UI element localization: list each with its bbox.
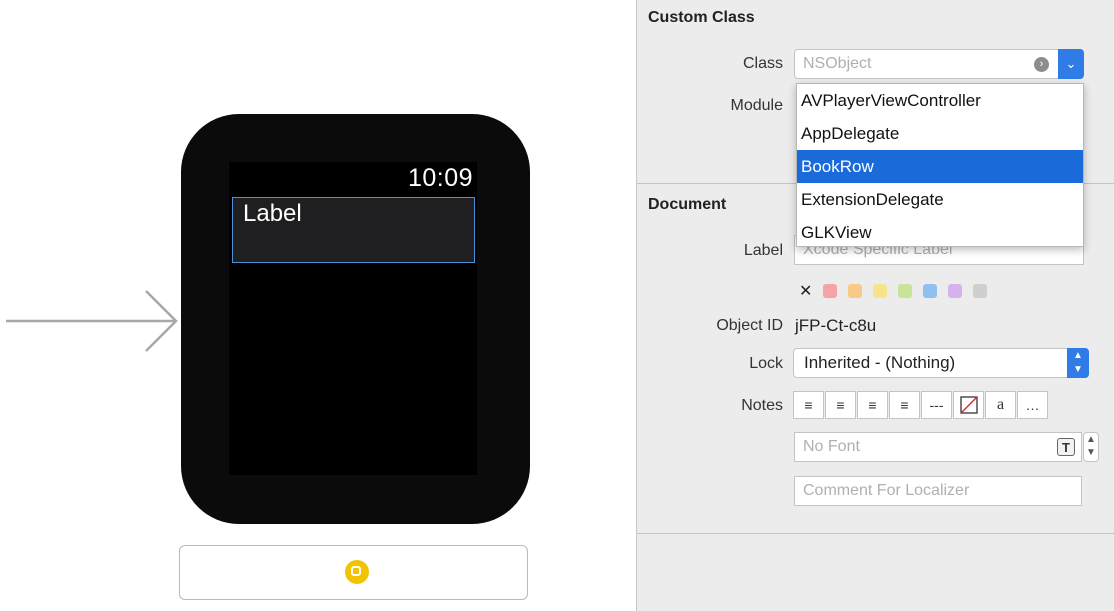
label-element[interactable]: Label: [243, 200, 302, 228]
align-right-icon[interactable]: ≡: [857, 391, 888, 419]
class-label: Class: [742, 55, 783, 72]
text-style-icon[interactable]: a: [985, 391, 1016, 419]
align-justify-icon[interactable]: ≡: [889, 391, 920, 419]
watch-interface-controller[interactable]: 10:09 Label: [181, 114, 530, 524]
swatch-blue[interactable]: [923, 284, 937, 298]
watch-screen: 10:09 Label: [229, 162, 477, 475]
font-placeholder: No Font: [803, 438, 860, 455]
align-center-icon[interactable]: ≡: [825, 391, 856, 419]
swatch-red[interactable]: [823, 284, 837, 298]
lock-label: Lock: [749, 355, 783, 372]
swatch-green[interactable]: [898, 284, 912, 298]
section-separator-bottom: [637, 533, 1114, 534]
comment-placeholder: Comment For Localizer: [803, 482, 970, 499]
class-dropdown-list: AVPlayerViewController AppDelegate BookR…: [796, 83, 1084, 247]
font-field[interactable]: No Font T: [794, 432, 1082, 462]
dropdown-item-glkview[interactable]: GLKView: [797, 216, 1083, 249]
dropdown-item-bookrow[interactable]: BookRow: [797, 150, 1083, 183]
interface-controller-icon[interactable]: [345, 560, 369, 584]
scene-dock: [179, 545, 528, 600]
chevron-down-icon[interactable]: ⌄: [1058, 49, 1084, 79]
swatch-purple[interactable]: [948, 284, 962, 298]
lock-popup[interactable]: Inherited - (Nothing) ▲ ▼: [793, 348, 1089, 378]
entry-point-arrow-icon: [6, 290, 178, 352]
separator-icon[interactable]: ---: [921, 391, 952, 419]
swatch-orange[interactable]: [848, 284, 862, 298]
class-combo-field[interactable]: NSObject › ⌄: [794, 49, 1084, 79]
document-title: Document: [648, 196, 727, 213]
object-id-value: jFP-Ct-c8u: [795, 316, 877, 335]
font-picker-icon[interactable]: T: [1057, 438, 1075, 456]
watch-clock: 10:09: [407, 164, 473, 192]
more-options-icon[interactable]: …: [1017, 391, 1048, 419]
no-border-icon[interactable]: [953, 391, 984, 419]
notes-toolbar: ≡ ≡ ≡ ≡ --- a …: [793, 391, 1049, 421]
font-size-stepper[interactable]: ▲ ▼: [1083, 432, 1099, 462]
class-field-text: NSObject: [803, 55, 872, 72]
comment-field[interactable]: Comment For Localizer: [794, 476, 1082, 506]
dropdown-item-extensiondelegate[interactable]: ExtensionDelegate: [797, 183, 1083, 216]
module-label: Module: [730, 97, 783, 114]
dropdown-item-appdelegate[interactable]: AppDelegate: [797, 117, 1083, 150]
row-group[interactable]: Label: [232, 197, 475, 263]
storyboard-canvas: 10:09 Label: [0, 0, 636, 611]
chevron-updown-icon: ▲ ▼: [1067, 348, 1089, 378]
custom-class-title: Custom Class: [648, 9, 755, 26]
swatch-gray[interactable]: [973, 284, 987, 298]
dropdown-item-avplayerviewcontroller[interactable]: AVPlayerViewController: [797, 84, 1083, 117]
clear-color-icon[interactable]: ✕: [799, 281, 812, 301]
lock-value: Inherited - (Nothing): [804, 353, 956, 372]
swatch-yellow[interactable]: [873, 284, 887, 298]
align-left-icon[interactable]: ≡: [793, 391, 824, 419]
document-label-label: Label: [743, 242, 783, 259]
notes-label: Notes: [741, 397, 783, 414]
object-id-label: Object ID: [716, 317, 783, 334]
class-clear-icon[interactable]: ›: [1034, 57, 1049, 72]
